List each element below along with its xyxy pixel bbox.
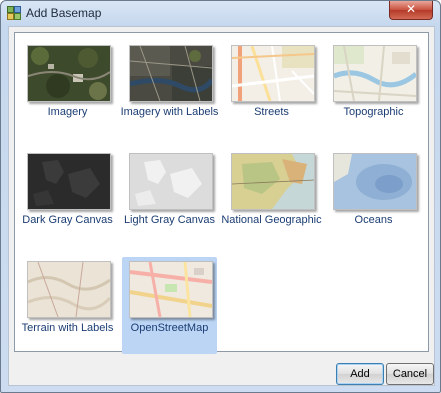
tile-label: OpenStreetMap <box>130 322 209 334</box>
tile-label: Streets <box>254 106 289 118</box>
tile-label: Oceans <box>354 214 393 226</box>
basemap-tile-streets[interactable]: Streets <box>224 41 319 138</box>
imagery-with-labels-thumbnail <box>129 45 213 102</box>
dark-gray-canvas-thumbnail <box>27 153 111 210</box>
tile-label: Imagery <box>47 106 88 118</box>
basemap-tile-imagery-with-labels[interactable]: Imagery with Labels <box>121 41 218 138</box>
basemap-tile-imagery[interactable]: Imagery <box>20 41 115 138</box>
basemap-gallery: Imagery Imagery with Labels Streets Topo… <box>14 32 429 354</box>
close-button[interactable]: ✕ <box>389 1 433 20</box>
basemap-tile-openstreetmap[interactable]: OpenStreetMap <box>122 257 217 354</box>
openstreetmap-thumbnail <box>129 261 213 318</box>
imagery-thumbnail <box>27 45 111 102</box>
basemap-tile-topographic[interactable]: Topographic <box>326 41 421 138</box>
tile-label: Imagery with Labels <box>120 106 219 118</box>
close-icon: ✕ <box>405 2 417 16</box>
dialog-body: Imagery Imagery with Labels Streets Topo… <box>8 26 435 386</box>
tile-label: Topographic <box>343 106 404 118</box>
cancel-button[interactable]: Cancel <box>386 363 434 385</box>
streets-thumbnail <box>231 45 315 102</box>
topographic-thumbnail <box>333 45 417 102</box>
basemap-tile-oceans[interactable]: Oceans <box>326 149 421 246</box>
basemap-tile-terrain-with-labels[interactable]: Terrain with Labels <box>20 257 115 354</box>
title-bar[interactable]: Add Basemap ✕ <box>1 1 440 25</box>
window-title: Add Basemap <box>26 6 102 20</box>
basemap-tile-light-gray-canvas[interactable]: Light Gray Canvas <box>122 149 217 246</box>
tile-label: Terrain with Labels <box>21 322 114 334</box>
terrain-with-labels-thumbnail <box>27 261 111 318</box>
basemap-tile-dark-gray-canvas[interactable]: Dark Gray Canvas <box>20 149 115 246</box>
oceans-thumbnail <box>333 153 417 210</box>
national-geographic-thumbnail <box>231 153 315 210</box>
tile-label: National Geographic <box>221 214 322 226</box>
basemap-tile-national-geographic[interactable]: National Geographic <box>221 149 322 246</box>
light-gray-canvas-thumbnail <box>129 153 213 210</box>
tile-label: Light Gray Canvas <box>123 214 216 226</box>
add-basemap-dialog: Add Basemap ✕ Imagery Imagery with Label… <box>0 0 441 393</box>
basemap-gallery-icon <box>7 6 21 20</box>
add-button[interactable]: Add <box>336 363 384 385</box>
tile-label: Dark Gray Canvas <box>22 214 113 226</box>
